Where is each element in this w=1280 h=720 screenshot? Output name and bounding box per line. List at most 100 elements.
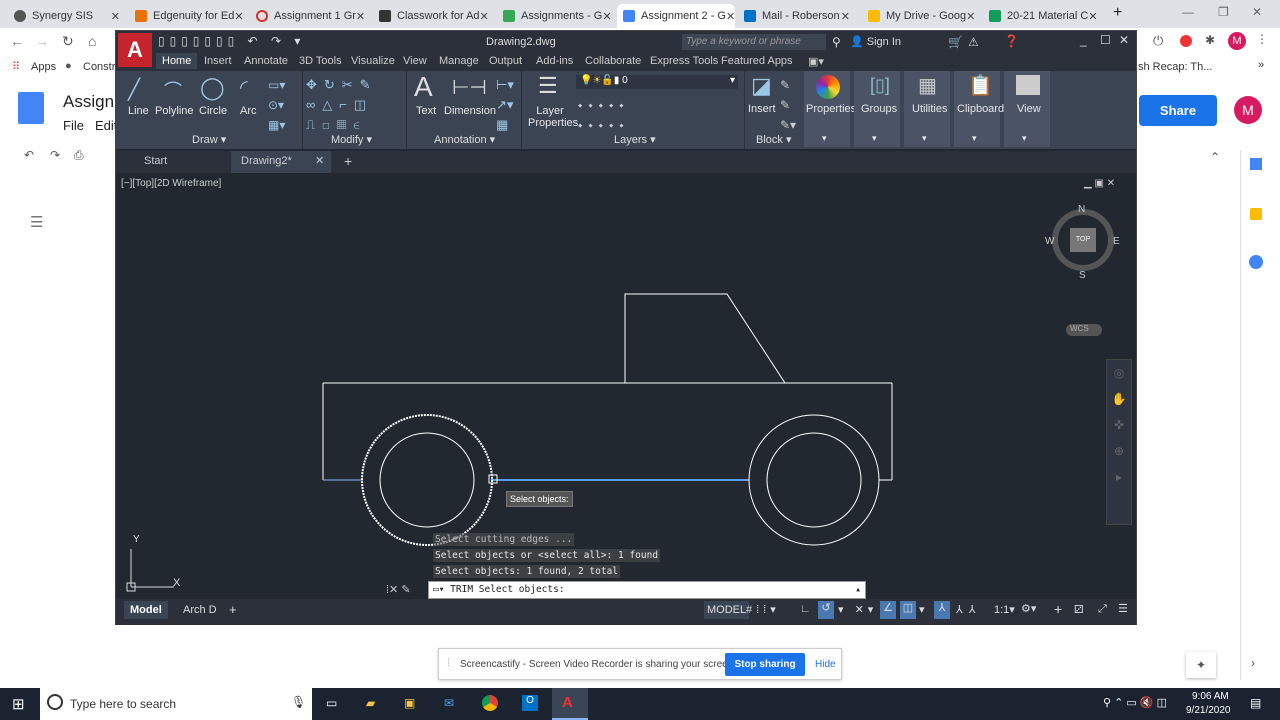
chrome-icon[interactable]	[482, 695, 498, 711]
lineweight-icon[interactable]: ∠	[880, 601, 896, 619]
properties-button[interactable]: Properties ▾	[804, 71, 856, 147]
minimize-button[interactable]: —	[1182, 5, 1194, 19]
ribbon-tab-express-tools[interactable]: Express Tools	[650, 55, 718, 67]
ribbon-tab-visualize[interactable]: Visualize	[351, 55, 395, 67]
line-button[interactable]: Line	[128, 105, 149, 117]
forward-icon[interactable]: →	[35, 33, 49, 49]
bookmark-link[interactable]: sh Recap: Th...	[1138, 61, 1212, 73]
close-doc-icon[interactable]: ✕	[315, 154, 324, 167]
ribbon-options-icon[interactable]: ▣▾	[808, 55, 824, 68]
menu-file[interactable]: File	[63, 118, 84, 133]
print-icon[interactable]: ⎙	[74, 148, 84, 163]
ribbon-tab-output[interactable]: Output	[489, 55, 522, 67]
drag-handle-icon[interactable]: ⁞	[447, 658, 450, 669]
ribbon-tab-insert[interactable]: Insert	[204, 55, 232, 67]
command-line-input[interactable]: ▭▾ TRIM Select objects: ▴	[428, 581, 866, 599]
grid-snap-icons[interactable]: #⁞⁞▾	[746, 603, 780, 616]
arc-button[interactable]: Arc	[240, 105, 257, 117]
power-icon[interactable]: ⏻	[1153, 33, 1163, 49]
browser-tab[interactable]: Synergy SIS ✕	[8, 4, 126, 28]
polar-tracking-icon[interactable]: ↺	[818, 601, 834, 619]
block-panel-label[interactable]: Block ▾	[756, 133, 791, 146]
redo-icon[interactable]: ↷	[50, 148, 60, 162]
account-avatar[interactable]: M	[1234, 96, 1262, 124]
home-icon[interactable]: ⌂	[88, 33, 96, 49]
layout-tab-arch-d[interactable]: Arch D	[183, 604, 217, 616]
close-tab-icon[interactable]: ✕	[356, 10, 365, 23]
store-icon[interactable]: ▣	[404, 696, 415, 710]
docs-logo-icon[interactable]	[18, 92, 44, 124]
osnap-tracking-icons[interactable]: ▾ ✕▾	[838, 603, 877, 616]
close-tab-icon[interactable]: ✕	[234, 10, 243, 23]
wcs-menu[interactable]: WCS	[1066, 324, 1102, 336]
layer-dropdown[interactable]: 💡☀🔓▮ 0 ▾	[576, 75, 738, 89]
annotation-scale-button[interactable]: 1:1▾	[994, 603, 1015, 616]
more-bookmarks-icon[interactable]: »	[1258, 59, 1264, 71]
groups-button[interactable]: [▯] Groups ▾	[854, 71, 900, 147]
ribbon-tab-featured-apps[interactable]: Featured Apps	[721, 55, 793, 67]
ribbon-tab-3d-tools[interactable]: 3D Tools	[299, 55, 342, 67]
utilities-button[interactable]: ▦ Utilities ▾	[904, 71, 950, 147]
annotation-panel-label[interactable]: Annotation ▾	[434, 133, 495, 146]
application-menu-button[interactable]: A	[118, 33, 152, 67]
app-maximize-button[interactable]: ☐	[1100, 33, 1111, 47]
ribbon-tab-add-ins[interactable]: Add-ins	[536, 55, 573, 67]
drawing-canvas[interactable]	[116, 173, 1136, 599]
undo-icon[interactable]: ↶	[24, 148, 34, 162]
a360-icon[interactable]: ⚠	[968, 35, 979, 49]
windows-start-icon[interactable]: ⊞	[12, 695, 25, 713]
sign-in-button[interactable]: 👤 Sign In	[850, 35, 901, 48]
modify-panel-label[interactable]: Modify ▾	[331, 133, 372, 146]
browser-tab[interactable]: Assignment 1 Gr ✕	[250, 4, 368, 28]
ortho-icon[interactable]: ∟	[800, 603, 811, 615]
close-tab-icon[interactable]: ✕	[841, 10, 850, 23]
drawing-area[interactable]: [−][Top][2D Wireframe] ▁ ▣ ✕ Select obje…	[116, 173, 1136, 599]
close-tab-icon[interactable]: ✕	[480, 10, 489, 23]
browser-tab[interactable]: 20-21 Material C ✕	[983, 4, 1101, 28]
task-view-icon[interactable]: ▭	[326, 696, 337, 710]
taskbar-search[interactable]: Type here to search 🎙	[40, 688, 312, 720]
doc-tab-drawing2[interactable]: Drawing2* ✕	[231, 151, 331, 173]
polyline-button[interactable]: Polyline	[155, 105, 194, 117]
close-tab-icon[interactable]: ✕	[726, 10, 735, 23]
app-close-button[interactable]: ✕	[1119, 33, 1129, 47]
calendar-icon[interactable]	[1250, 158, 1262, 170]
reload-icon[interactable]: ↻	[62, 33, 74, 50]
close-tab-icon[interactable]: ✕	[602, 10, 611, 23]
draw-panel-label[interactable]: Draw ▾	[192, 133, 226, 146]
app-minimize-button[interactable]: _	[1080, 33, 1087, 47]
units-icon[interactable]: ⚂	[1074, 603, 1084, 616]
annotation-small-tools-icon[interactable]: ⊢▾ ↗▾ ▦	[496, 75, 514, 135]
new-doc-button[interactable]: +	[344, 153, 352, 169]
browser-tab[interactable]: Assignments - G ✕	[497, 4, 615, 28]
command-line-controls[interactable]: ⁞✕ ✎	[386, 583, 411, 596]
layout-tab-model[interactable]: Model	[124, 601, 168, 619]
viewcube-top[interactable]: TOP	[1070, 228, 1096, 252]
bookmark-apps[interactable]: Apps	[31, 61, 56, 73]
hide-button[interactable]: Hide	[815, 659, 836, 670]
binoculars-icon[interactable]: ⚲	[832, 35, 841, 49]
browser-tab[interactable]: My Drive - Goog ✕	[862, 4, 980, 28]
menu-icon[interactable]: ⋮	[1256, 32, 1268, 46]
ribbon-tab-annotate[interactable]: Annotate	[244, 55, 288, 67]
navigation-bar[interactable]: ◎ ✋ ✜ ⊕ ▸	[1106, 359, 1132, 525]
text-button[interactable]: Text	[416, 105, 436, 117]
view-button[interactable]: View ▾	[1004, 71, 1050, 147]
outlook-icon[interactable]: O	[522, 695, 538, 711]
insert-button[interactable]: Insert	[748, 103, 776, 115]
outline-icon[interactable]: ☰	[30, 213, 43, 231]
layers-panel-label[interactable]: Layers ▾	[614, 133, 656, 146]
transparency-icon[interactable]: ◫	[900, 601, 916, 619]
browser-tab-active[interactable]: Assignment 2 - G ✕	[617, 4, 735, 28]
microphone-icon[interactable]: 🎙	[291, 695, 306, 709]
doc-tab-start[interactable]: Start	[144, 155, 167, 167]
mail-icon[interactable]: ✉	[444, 696, 454, 710]
annotation-visibility-icon[interactable]: ⅄	[934, 601, 950, 619]
draw-small-tools-icon[interactable]: ▭▾ ⊙▾ ▦▾	[268, 75, 285, 135]
explore-button[interactable]: ✦	[1186, 652, 1216, 678]
browser-tab[interactable]: Classwork for Ad ✕	[373, 4, 491, 28]
notifications-icon[interactable]: ▤	[1250, 696, 1261, 710]
collapse-icon[interactable]: ⌃	[1210, 150, 1220, 164]
file-explorer-icon[interactable]: ▰	[366, 696, 375, 710]
annotation-scale-icons[interactable]: ⅄⅄	[956, 603, 981, 616]
